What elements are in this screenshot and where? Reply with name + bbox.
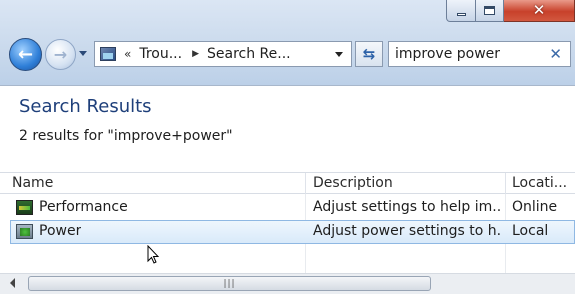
row-location: Local [512, 223, 549, 239]
table-row[interactable]: Performance Adjust settings to help im..… [10, 196, 575, 220]
title-bar: ✕ ← → « Trou... ▶ Search Re... ⇆ improve… [0, 0, 575, 85]
control-panel-icon [100, 47, 116, 61]
maximize-button[interactable] [476, 0, 504, 22]
column-header-location[interactable]: Locati... [512, 175, 567, 191]
breadcrumb-search-results[interactable]: Search Re... [207, 46, 291, 62]
clear-search-icon[interactable]: ✕ [549, 45, 562, 63]
maximize-icon [484, 6, 495, 15]
page-title: Search Results [19, 96, 152, 117]
results-summary: 2 results for "improve+power" [19, 128, 233, 144]
refresh-button[interactable]: ⇆ [355, 41, 383, 67]
search-query: improve power [395, 46, 501, 62]
arrow-right-icon: → [53, 45, 68, 64]
row-name: Power [39, 223, 82, 239]
scrollbar-grip: ||| [223, 278, 236, 289]
overflow-chevron-icon[interactable]: « [124, 47, 131, 61]
performance-icon [16, 200, 33, 215]
close-button[interactable]: ✕ [504, 0, 575, 22]
results-pane: Search Results 2 results for "improve+po… [0, 85, 575, 299]
minimize-button[interactable] [446, 0, 476, 22]
row-description: Adjust settings to help im... [313, 199, 501, 215]
horizontal-scrollbar[interactable]: ||| [0, 273, 575, 294]
breadcrumb-arrow-icon[interactable]: ▶ [192, 49, 199, 59]
scroll-left-icon[interactable] [10, 278, 15, 288]
search-input[interactable]: improve power ✕ [388, 41, 571, 67]
mouse-pointer-icon [147, 245, 160, 264]
refresh-icon: ⇆ [362, 45, 376, 63]
breadcrumb-troubleshooting[interactable]: Trou... [139, 46, 182, 62]
column-header-description[interactable]: Description [313, 175, 393, 191]
minimize-icon [456, 13, 466, 16]
close-icon: ✕ [532, 1, 546, 19]
column-header-name[interactable]: Name [12, 175, 53, 191]
column-divider[interactable] [305, 173, 306, 195]
recent-pages-dropdown[interactable] [79, 51, 87, 56]
row-description: Adjust power settings to h... [313, 223, 501, 239]
power-icon [16, 224, 33, 239]
back-button[interactable]: ← [9, 38, 42, 71]
row-name: Performance [39, 199, 128, 215]
table-row-selected[interactable]: Power Adjust power settings to h... Loca… [10, 220, 575, 244]
arrow-left-icon: ← [17, 44, 34, 65]
column-header-row: Name Description Locati... [0, 172, 575, 195]
column-divider[interactable] [505, 173, 506, 195]
address-bar[interactable]: « Trou... ▶ Search Re... [94, 41, 352, 67]
scrollbar-thumb[interactable]: ||| [28, 276, 431, 291]
row-location: Online [512, 199, 558, 215]
address-dropdown-icon[interactable] [335, 52, 343, 57]
forward-button[interactable]: → [45, 39, 76, 70]
